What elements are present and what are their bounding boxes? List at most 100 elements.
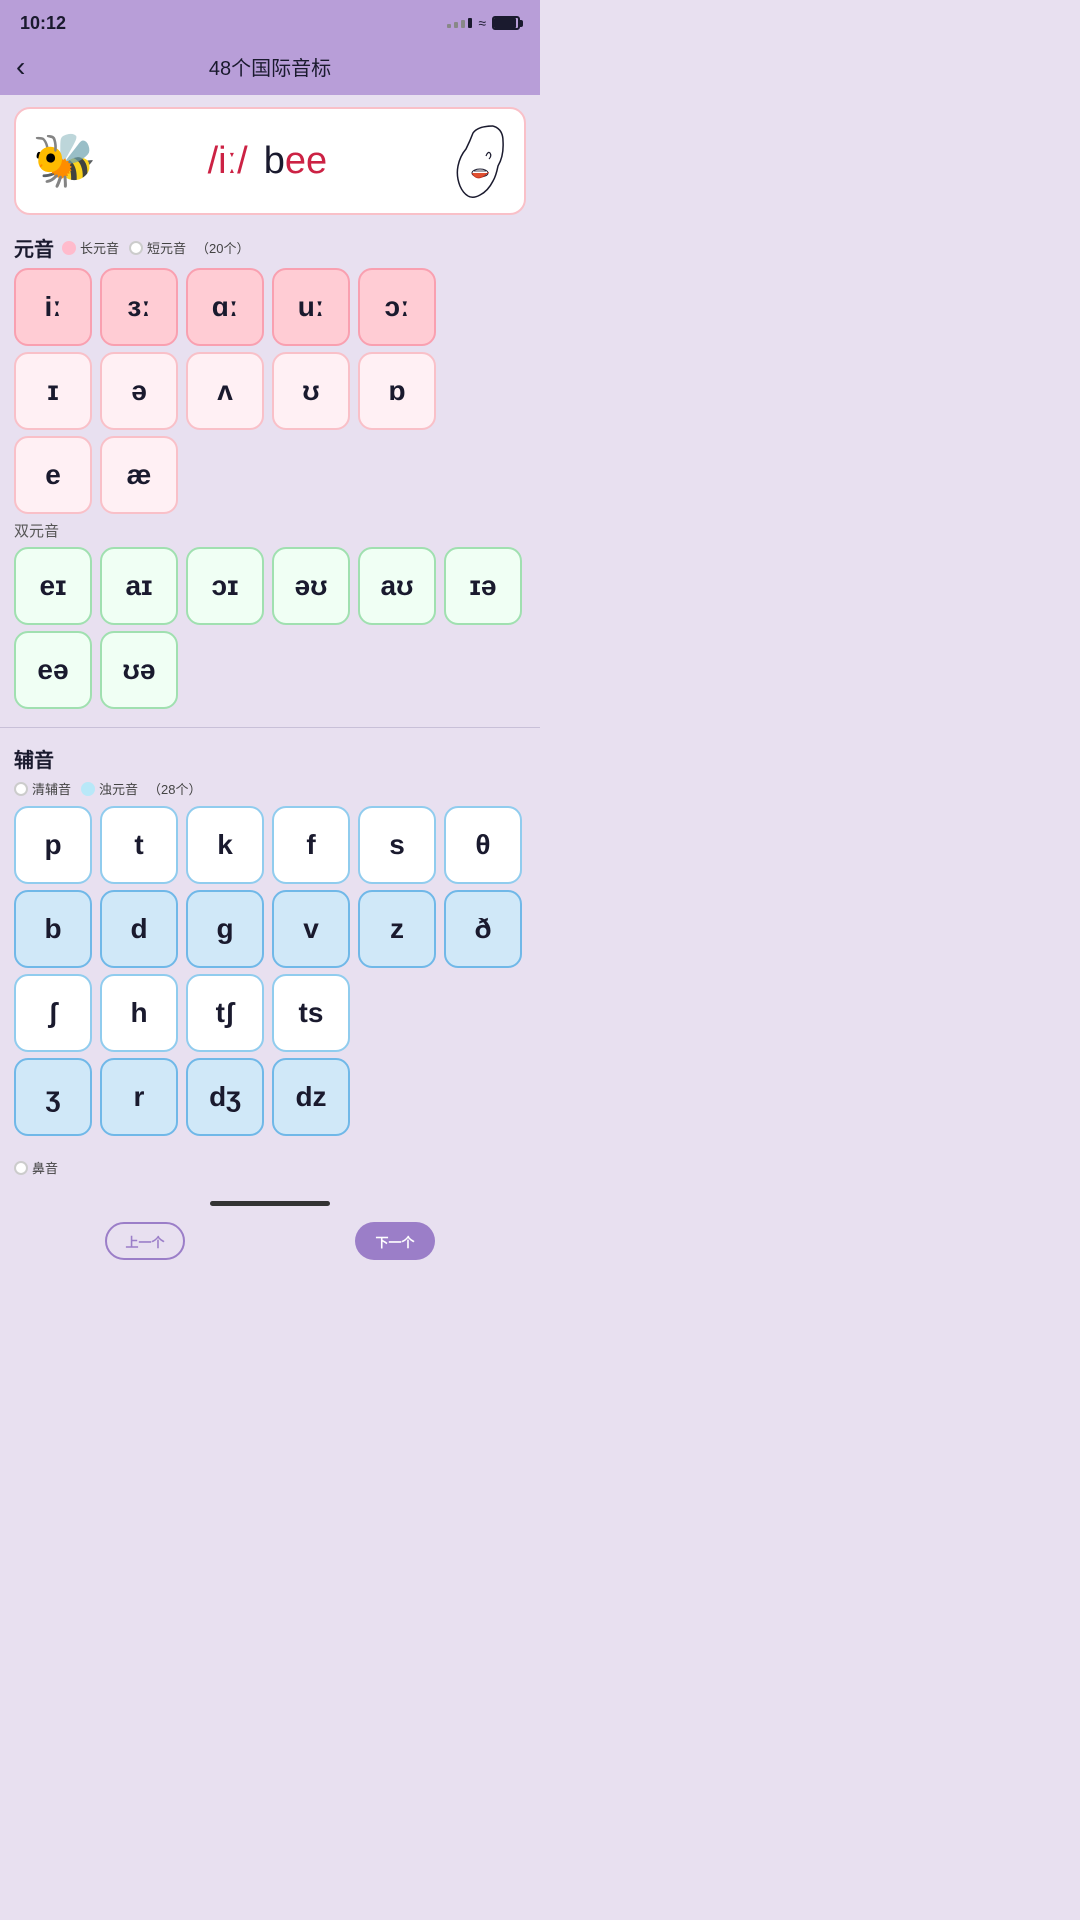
phoneme-ə[interactable]: ə bbox=[100, 352, 178, 430]
nasal-section: 鼻音 bbox=[0, 1146, 540, 1181]
bottom-nav: 上一个 下一个 bbox=[0, 1214, 540, 1268]
clear-consonants-1: p t k f s θ bbox=[14, 806, 526, 884]
phoneme-ʊ[interactable]: ʊ bbox=[272, 352, 350, 430]
phoneme-f[interactable]: f bbox=[272, 806, 350, 884]
consonants-header: 辅音 bbox=[14, 744, 526, 773]
status-time: 10:12 bbox=[20, 13, 66, 34]
short-vowels-grid: ɪ ə ʌ ʊ ɒ bbox=[14, 352, 526, 430]
long-vowel-dot bbox=[62, 241, 76, 255]
clear-consonant-dot bbox=[14, 782, 28, 796]
voiced-consonant-label: 浊元音 bbox=[99, 779, 138, 798]
phoneme-ɜː[interactable]: ɜː bbox=[100, 268, 178, 346]
phoneme-ɑː[interactable]: ɑː bbox=[186, 268, 264, 346]
phoneme-dz[interactable]: dz bbox=[272, 1058, 350, 1136]
vowels-title: 元音 bbox=[14, 233, 54, 262]
phoneme-s[interactable]: s bbox=[358, 806, 436, 884]
phoneme-ʌ[interactable]: ʌ bbox=[186, 352, 264, 430]
bee-emoji: 🐝 bbox=[32, 135, 97, 187]
hero-word-red: ee bbox=[285, 140, 327, 182]
hero-phonetic: /iː/ bee bbox=[97, 140, 438, 183]
phoneme-əʊ[interactable]: əʊ bbox=[272, 547, 350, 625]
vowels-count: （20个） bbox=[196, 238, 249, 257]
status-bar: 10:12 ≈ bbox=[0, 0, 540, 44]
phoneme-iː[interactable]: iː bbox=[14, 268, 92, 346]
phoneme-ɔɪ[interactable]: ɔɪ bbox=[186, 547, 264, 625]
phoneme-k[interactable]: k bbox=[186, 806, 264, 884]
nasal-legend: 鼻音 bbox=[14, 1158, 526, 1177]
diphthongs-grid-2: eə ʊə bbox=[14, 631, 526, 709]
nasal-dot bbox=[14, 1161, 28, 1175]
phoneme-v[interactable]: v bbox=[272, 890, 350, 968]
vowels-section: 元音 长元音 短元音 （20个） iː ɜː ɑː uː ɔː ɪ ə ʌ ʊ … bbox=[0, 225, 540, 719]
diphthongs-label: 双元音 bbox=[14, 520, 526, 541]
consonants-legend: 清辅音 浊元音 （28个） bbox=[14, 779, 526, 798]
long-vowel-legend: 长元音 bbox=[62, 238, 119, 257]
clear-consonants-2: ʃ h tʃ ts bbox=[14, 974, 526, 1052]
phoneme-ɪ[interactable]: ɪ bbox=[14, 352, 92, 430]
phoneme-θ[interactable]: θ bbox=[444, 806, 522, 884]
phoneme-ɒ[interactable]: ɒ bbox=[358, 352, 436, 430]
clear-consonant-label: 清辅音 bbox=[32, 779, 71, 798]
phoneme-r[interactable]: r bbox=[100, 1058, 178, 1136]
section-divider bbox=[0, 727, 540, 728]
phoneme-ð[interactable]: ð bbox=[444, 890, 522, 968]
hero-card[interactable]: 🐝 /iː/ bee bbox=[14, 107, 526, 215]
phoneme-ɔː[interactable]: ɔː bbox=[358, 268, 436, 346]
phoneme-d[interactable]: d bbox=[100, 890, 178, 968]
consonants-title: 辅音 bbox=[14, 744, 54, 773]
home-indicator bbox=[0, 1193, 540, 1210]
home-indicator-area bbox=[0, 1181, 540, 1214]
phoneme-z[interactable]: z bbox=[358, 890, 436, 968]
consonants-count: （28个） bbox=[148, 779, 201, 798]
long-vowels-grid: iː ɜː ɑː uː ɔː bbox=[14, 268, 526, 346]
phoneme-h[interactable]: h bbox=[100, 974, 178, 1052]
wifi-icon: ≈ bbox=[478, 15, 486, 31]
phoneme-aʊ[interactable]: aʊ bbox=[358, 547, 436, 625]
phoneme-eə[interactable]: eə bbox=[14, 631, 92, 709]
home-bar bbox=[210, 1201, 330, 1206]
voiced-consonants-2: ʒ r dʒ dz bbox=[14, 1058, 526, 1136]
phoneme-ʊə[interactable]: ʊə bbox=[100, 631, 178, 709]
page-title: 48个国际音标 bbox=[209, 52, 331, 81]
extra-vowels-grid: e æ bbox=[14, 436, 526, 514]
phoneme-dʒ[interactable]: dʒ bbox=[186, 1058, 264, 1136]
phoneme-b[interactable]: b bbox=[14, 890, 92, 968]
phoneme-ɪə[interactable]: ɪə bbox=[444, 547, 522, 625]
vowels-legend: 长元音 短元音 （20个） bbox=[62, 238, 250, 257]
prev-button[interactable]: 上一个 bbox=[105, 1222, 185, 1260]
nasal-legend-item: 鼻音 bbox=[14, 1158, 58, 1177]
next-button[interactable]: 下一个 bbox=[355, 1222, 435, 1260]
diphthongs-grid-1: eɪ aɪ ɔɪ əʊ aʊ ɪə bbox=[14, 547, 526, 625]
mouth-diagram bbox=[438, 121, 508, 201]
voiced-consonant-legend: 浊元音 bbox=[81, 779, 138, 798]
short-vowel-label: 短元音 bbox=[147, 238, 186, 257]
phoneme-ʒ[interactable]: ʒ bbox=[14, 1058, 92, 1136]
phoneme-uː[interactable]: uː bbox=[272, 268, 350, 346]
hero-ipa: /iː/ bbox=[208, 140, 248, 183]
phoneme-æ[interactable]: æ bbox=[100, 436, 178, 514]
voiced-consonants-1: b d g v z ð bbox=[14, 890, 526, 968]
battery-icon bbox=[492, 16, 520, 30]
vowels-header: 元音 长元音 短元音 （20个） bbox=[14, 233, 526, 262]
nasal-label: 鼻音 bbox=[32, 1158, 58, 1177]
nav-bar: ‹ 48个国际音标 bbox=[0, 44, 540, 95]
signal-icon bbox=[447, 18, 472, 28]
long-vowel-label: 长元音 bbox=[80, 238, 119, 257]
phoneme-g[interactable]: g bbox=[186, 890, 264, 968]
phoneme-ts[interactable]: ts bbox=[272, 974, 350, 1052]
phoneme-eɪ[interactable]: eɪ bbox=[14, 547, 92, 625]
short-vowel-dot bbox=[129, 241, 143, 255]
phoneme-p[interactable]: p bbox=[14, 806, 92, 884]
short-vowel-legend: 短元音 bbox=[129, 238, 186, 257]
phoneme-tʃ[interactable]: tʃ bbox=[186, 974, 264, 1052]
phoneme-ʃ[interactable]: ʃ bbox=[14, 974, 92, 1052]
consonants-section: 辅音 清辅音 浊元音 （28个） p t k f s θ b d g v z ð… bbox=[0, 736, 540, 1146]
phoneme-e[interactable]: e bbox=[14, 436, 92, 514]
clear-consonant-legend: 清辅音 bbox=[14, 779, 71, 798]
status-icons: ≈ bbox=[447, 15, 520, 31]
voiced-consonant-dot bbox=[81, 782, 95, 796]
hero-word: bee bbox=[264, 140, 327, 183]
back-button[interactable]: ‹ bbox=[16, 53, 25, 81]
phoneme-aɪ[interactable]: aɪ bbox=[100, 547, 178, 625]
phoneme-t[interactable]: t bbox=[100, 806, 178, 884]
